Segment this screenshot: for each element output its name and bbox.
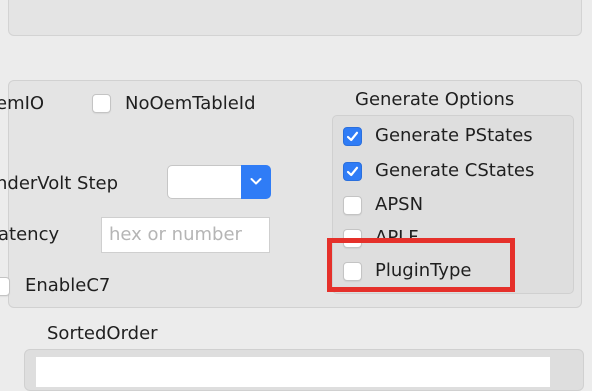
- undervolt-step-label: nderVolt Step: [0, 173, 119, 194]
- no-oem-table-id-label[interactable]: NoOemTableId: [125, 93, 256, 115]
- generate-cstates-label[interactable]: Generate CStates: [375, 160, 534, 182]
- generate-pstates-checkbox[interactable]: [343, 127, 362, 146]
- sorted-order-title: SortedOrder: [47, 323, 158, 344]
- generate-cstates-checkbox[interactable]: [343, 162, 362, 181]
- no-oem-table-id-checkbox[interactable]: [92, 94, 111, 113]
- checkmark-icon: [346, 131, 359, 142]
- sorted-order-list[interactable]: [36, 357, 550, 387]
- checkmark-icon: [346, 166, 359, 177]
- enable-c7-label[interactable]: EnableC7: [25, 275, 110, 297]
- undervolt-step-dropdown-button[interactable]: [241, 165, 271, 199]
- enable-c7-checkbox[interactable]: [0, 277, 10, 296]
- generate-options-title: Generate Options: [355, 89, 515, 110]
- oem-io-label: emIO: [0, 93, 45, 114]
- apsn-label[interactable]: APSN: [375, 194, 423, 216]
- highlight-box: [327, 238, 515, 292]
- apsn-checkbox[interactable]: [343, 196, 362, 215]
- latency-label: atency: [0, 224, 60, 245]
- generate-pstates-label[interactable]: Generate PStates: [375, 125, 533, 147]
- chevron-down-icon: [250, 178, 262, 185]
- top-panel: [8, 0, 582, 36]
- latency-input[interactable]: hex or number: [101, 217, 270, 253]
